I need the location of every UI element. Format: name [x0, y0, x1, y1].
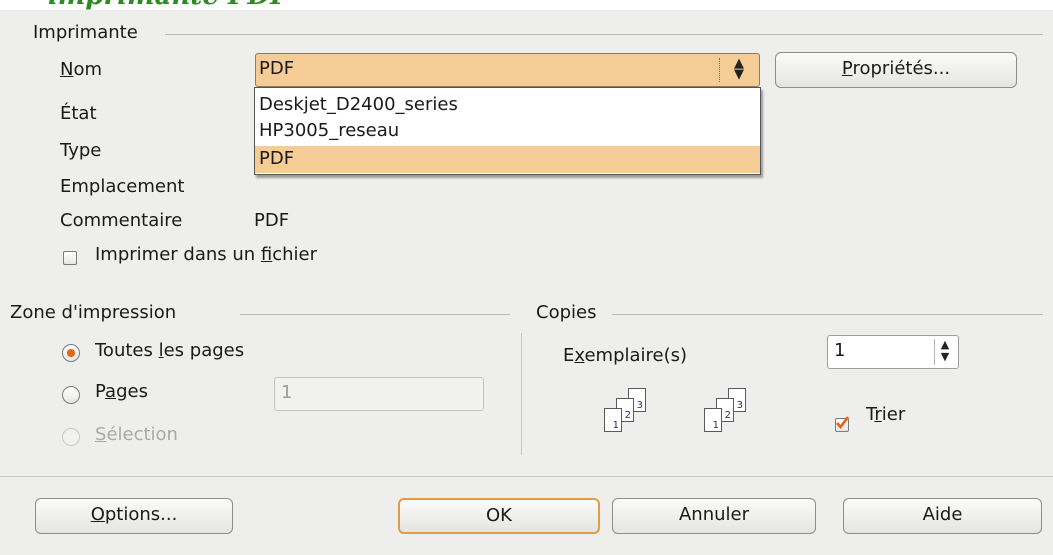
- printer-name-combobox[interactable]: PDF ▲ ▼: [255, 53, 760, 87]
- page-number: 2: [624, 410, 631, 421]
- printer-type-label: Type: [60, 140, 102, 161]
- page-number: 1: [612, 420, 619, 431]
- printer-location-label: Emplacement: [60, 176, 185, 197]
- print-to-file-label[interactable]: Imprimer dans un fichier: [95, 244, 317, 265]
- radio-selected-dot: [67, 349, 75, 357]
- selection-radio[interactable]: [62, 428, 80, 446]
- checkmark-icon: [836, 416, 849, 430]
- printer-state-label: État: [60, 103, 97, 124]
- printer-option-pdf[interactable]: PDF: [255, 146, 760, 173]
- section-divider: [521, 333, 522, 455]
- options-button[interactable]: Options...: [35, 498, 233, 534]
- pages-input-field[interactable]: [281, 382, 448, 403]
- collate-illustration-1: 3 2 1: [604, 388, 676, 448]
- page-number: 1: [712, 420, 719, 431]
- pages-label-part2: ges: [116, 381, 148, 402]
- print-to-file-label-part2: ichier: [272, 244, 318, 265]
- copies-mnemonic: x: [574, 345, 585, 366]
- copies-label-part2: emplaire(s): [584, 345, 688, 366]
- printer-option-deskjet[interactable]: Deskjet_D2400_series: [255, 92, 760, 119]
- collate-label-part2: ier: [881, 404, 906, 425]
- all-pages-label[interactable]: Toutes les pages: [95, 340, 244, 361]
- copies-input-field[interactable]: [834, 340, 938, 361]
- print-to-file-label-part1: Imprimer dans un: [95, 244, 261, 265]
- pages-mnemonic: a: [105, 381, 117, 402]
- print-range-frame-line: [240, 314, 510, 315]
- options-button-label: ptions...: [104, 504, 178, 525]
- collate-checkbox[interactable]: [835, 416, 849, 432]
- button-bar-separator: [0, 476, 1053, 477]
- page-number: 3: [736, 400, 743, 411]
- pages-label[interactable]: Pages: [95, 381, 148, 402]
- printer-name-label-rest: om: [73, 59, 103, 80]
- printer-dropdown-list[interactable]: Deskjet_D2400_series HP3005_reseau PDF: [254, 87, 761, 175]
- properties-button-label: ropriétés...: [852, 58, 951, 79]
- help-button[interactable]: Aide: [843, 498, 1042, 534]
- copies-label-part1: E: [563, 345, 575, 366]
- printer-comment-label: Commentaire: [60, 210, 183, 231]
- copies-spinbox[interactable]: ▲▼: [827, 335, 959, 369]
- print-to-file-checkbox[interactable]: [63, 251, 77, 265]
- all-pages-radio[interactable]: [62, 344, 80, 362]
- all-pages-label-part1: Toutes: [95, 340, 159, 361]
- options-mnemonic: O: [90, 504, 105, 525]
- printer-comment-value: PDF: [254, 210, 290, 231]
- print-range-frame-title: Zone d'impression: [10, 302, 177, 323]
- collate-illustration-2: 3 2 1: [704, 388, 776, 448]
- page-number: 2: [724, 410, 731, 421]
- collate-label[interactable]: Trier: [866, 404, 905, 425]
- spin-arrows-icon[interactable]: ▲ ▼: [934, 339, 955, 365]
- pages-radio[interactable]: [62, 386, 80, 404]
- selection-label[interactable]: Sélection: [95, 424, 178, 445]
- printer-name-label: Nom: [60, 59, 103, 80]
- copies-label: Exemplaire(s): [563, 345, 687, 366]
- properties-button-mnemonic: P: [841, 58, 853, 79]
- copies-frame-title: Copies: [536, 302, 597, 323]
- ok-button[interactable]: OK: [398, 498, 600, 534]
- collate-mnemonic: r: [874, 404, 882, 425]
- pages-input[interactable]: [274, 377, 484, 411]
- background-document-title: imprimante PDF: [48, 0, 289, 10]
- background-document-strip: imprimante PDF: [0, 0, 1053, 10]
- selection-label-rest: élection: [106, 424, 178, 445]
- printer-frame-line: [165, 34, 1043, 35]
- copies-frame-line: [612, 314, 1043, 315]
- printer-frame-title: Imprimante: [33, 22, 138, 43]
- pages-label-part1: P: [95, 381, 106, 402]
- printer-option-hp3005[interactable]: HP3005_reseau: [255, 118, 760, 145]
- print-to-file-mnemonic: f: [260, 244, 273, 265]
- page-icon: 1: [604, 408, 622, 432]
- combobox-arrows-icon[interactable]: ▲ ▼: [728, 57, 750, 81]
- cancel-button[interactable]: Annuler: [612, 498, 816, 534]
- page-number: 3: [636, 400, 643, 411]
- selection-mnemonic: S: [95, 424, 107, 445]
- properties-button[interactable]: Propriétés...: [775, 52, 1017, 88]
- combobox-separator: [719, 58, 720, 82]
- page-icon: 1: [704, 408, 722, 432]
- all-pages-label-part2: es pages: [163, 340, 245, 361]
- printer-name-combobox-value: PDF: [259, 58, 295, 79]
